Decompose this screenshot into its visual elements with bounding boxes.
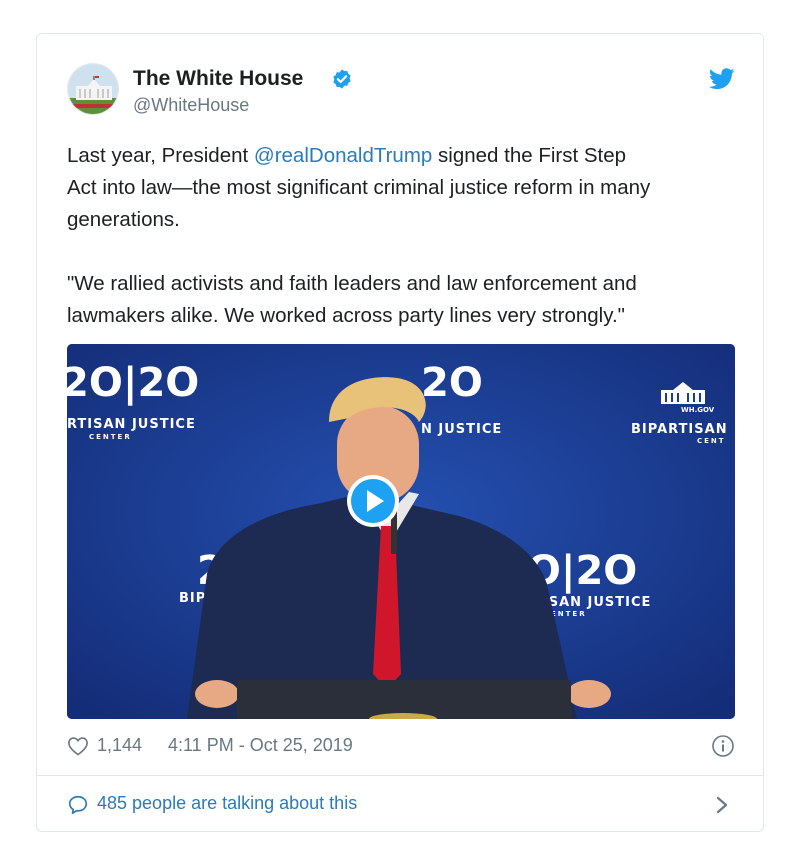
info-icon[interactable] [711,734,735,758]
text-segment: generations. [67,208,180,231]
author-avatar[interactable] [67,63,119,115]
text-segment: "We rallied activists and faith leaders … [67,272,637,295]
tweet-text: Last year, President @realDonaldTrump si… [67,140,739,332]
text-segment: Last year, President [67,144,254,167]
tweet-stats: 1,144 4:11 PM - Oct 25, 2019 [67,734,737,760]
text-segment: signed the First Step [432,144,627,167]
heart-icon[interactable] [67,736,89,756]
backdrop-caption-right: BIPARTISAN [631,422,728,437]
author-name[interactable]: The White House [133,67,303,91]
chevron-right-icon[interactable] [715,795,729,815]
video-frame: 2O|2O RTISAN JUSTICE CENTER 2O N JUSTICE… [67,344,735,719]
backdrop-caption-center: N JUSTICE [421,422,502,437]
conversation-label[interactable]: 485 people are talking about this [97,793,357,814]
text-segment: lawmakers alike. We worked across party … [67,304,625,327]
backdrop-caption-left-sub: CENTER [89,433,132,441]
like-count[interactable]: 1,144 [97,735,142,756]
backdrop-caption-right-sub: CENT [697,437,726,445]
text-segment: Act into law—the most significant crimin… [67,176,651,199]
tweet-card: The White House @WhiteHouse Last year, P… [36,33,764,832]
backdrop-caption-mid-right-sub: ENTER [551,610,587,618]
conversation-link[interactable]: 485 people are talking about this [67,791,737,819]
backdrop-logo-left: 2O|2O [67,360,199,407]
backdrop-logo-center: 2O [421,360,483,406]
backdrop-logo-right-top: WH.GOV [681,406,715,414]
tweet-text-line: Last year, President @realDonaldTrump si… [67,140,739,236]
white-house-avatar-icon [68,64,118,114]
verified-badge-icon [333,69,351,89]
tweet-timestamp[interactable]: 4:11 PM - Oct 25, 2019 [168,735,353,756]
comment-icon [68,795,88,815]
mention-link[interactable]: @realDonaldTrump [254,144,432,167]
backdrop-caption-left: RTISAN JUSTICE [67,417,196,432]
twitter-bird-icon[interactable] [709,68,735,90]
tweet-quote: "We rallied activists and faith leaders … [67,268,739,332]
video-thumbnail[interactable]: 2O|2O RTISAN JUSTICE CENTER 2O N JUSTICE… [67,344,735,719]
play-icon[interactable] [345,473,401,529]
card-divider [37,775,763,776]
author-handle[interactable]: @WhiteHouse [133,95,249,116]
